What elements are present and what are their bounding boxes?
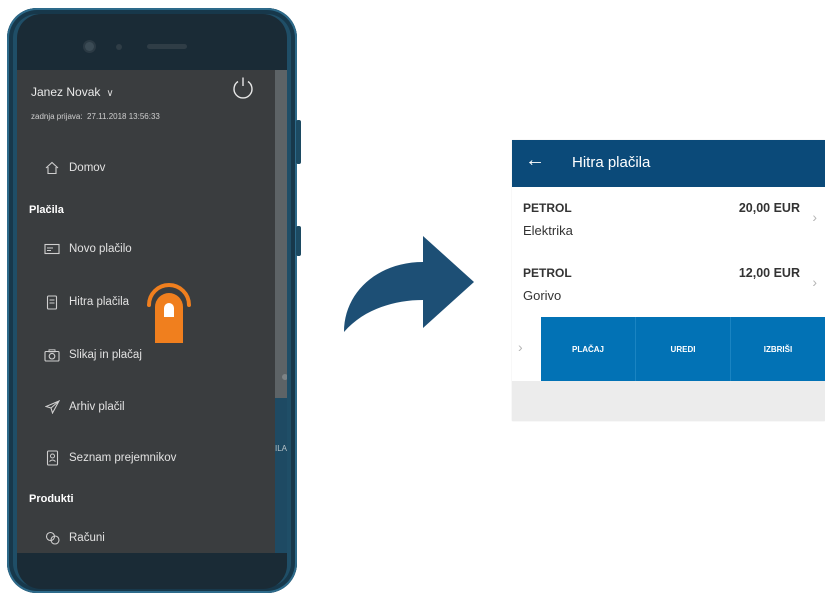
chevron-right-icon: › [812, 209, 817, 225]
list-item[interactable]: PETROL Elektrika 20,00 EUR › [512, 187, 825, 253]
empty-list-area [512, 381, 825, 421]
list-item[interactable]: PETROL Gorivo 12,00 EUR › [512, 252, 825, 318]
menu-item-label: Novo plačilo [69, 243, 132, 255]
menu-item-accounts[interactable]: Računi [43, 526, 105, 550]
menu-item-quick-payments[interactable]: Hitra plačila [43, 290, 129, 314]
pay-button[interactable]: PLAČAJ [541, 317, 636, 381]
tap-gesture-icon [147, 283, 191, 343]
chevron-right-icon[interactable]: › [518, 339, 523, 355]
back-arrow-icon[interactable]: ← [525, 149, 545, 172]
earpiece-speaker [147, 44, 187, 49]
menu-item-label: Domov [69, 162, 106, 174]
action-buttons: PLAČAJ UREDI IZBRIŠI [541, 317, 825, 381]
section-payments: Plačila [29, 204, 64, 216]
quick-payment-icon [43, 293, 61, 311]
front-camera [85, 42, 94, 51]
volume-button [296, 120, 301, 164]
contacts-icon [43, 449, 61, 467]
last-login-value: 27.11.2018 13:56:33 [87, 112, 160, 121]
background-partial-label: ILA [275, 444, 287, 453]
delete-button[interactable]: IZBRIŠI [731, 317, 825, 381]
menu-item-recipients[interactable]: Seznam prejemnikov [43, 446, 176, 470]
section-products: Produkti [29, 493, 74, 505]
transition-arrow-icon [344, 236, 474, 332]
payment-purpose: Elektrika [523, 223, 573, 238]
quick-payments-screen: ← Hitra plačila PETROL Elektrika 20,00 E… [512, 140, 825, 421]
menu-item-snap-and-pay[interactable]: Slikaj in plačaj [43, 343, 142, 367]
menu-item-new-payment[interactable]: Novo plačilo [43, 237, 132, 261]
phone-screen: ILA Janez Novak ∨ zadnja prijava: 27.11.2… [17, 70, 287, 553]
payee-name: PETROL [523, 266, 572, 280]
background-app-blue-strip [275, 398, 287, 553]
phone-bottom-bezel [17, 553, 287, 589]
menu-item-label: Hitra plačila [69, 296, 130, 308]
payment-purpose: Gorivo [523, 288, 562, 303]
power-side-button [296, 226, 301, 256]
accounts-icon [43, 529, 61, 547]
menu-item-home[interactable]: Domov [43, 156, 105, 180]
background-dot [282, 374, 287, 380]
chevron-right-icon: › [812, 274, 817, 290]
last-login-label: zadnja prijava: [31, 112, 83, 121]
power-icon[interactable] [231, 76, 255, 100]
new-payment-icon [43, 240, 61, 258]
menu-item-label: Računi [69, 532, 105, 544]
proximity-sensor [116, 44, 122, 50]
send-icon [43, 398, 61, 416]
chevron-down-icon: ∨ [106, 88, 114, 99]
navigation-drawer: Janez Novak ∨ zadnja prijava: 27.11.2018 … [17, 70, 275, 553]
menu-item-label: Slikaj in plačaj [69, 349, 142, 361]
user-name: Janez Novak [31, 85, 101, 99]
last-login-info: zadnja prijava: 27.11.2018 13:56:33 [31, 112, 160, 121]
swiped-row-actions: › PLAČAJ UREDI IZBRIŠI [512, 317, 825, 381]
menu-item-label: Seznam prejemnikov [69, 452, 177, 464]
payee-name: PETROL [523, 201, 572, 215]
payment-amount: 20,00 EUR [738, 201, 800, 215]
payment-amount: 12,00 EUR [738, 266, 800, 280]
camera-icon [43, 346, 61, 364]
user-menu[interactable]: Janez Novak ∨ [31, 85, 114, 99]
phone-top-bezel [17, 14, 287, 70]
home-icon [43, 159, 61, 177]
app-bar: ← Hitra plačila [512, 140, 825, 187]
menu-item-label: Arhiv plačil [69, 401, 125, 413]
menu-item-archive[interactable]: Arhiv plačil [43, 395, 125, 419]
edit-button[interactable]: UREDI [636, 317, 731, 381]
page-title: Hitra plačila [572, 154, 651, 171]
phone-device: ILA Janez Novak ∨ zadnja prijava: 27.11.2… [7, 8, 301, 593]
